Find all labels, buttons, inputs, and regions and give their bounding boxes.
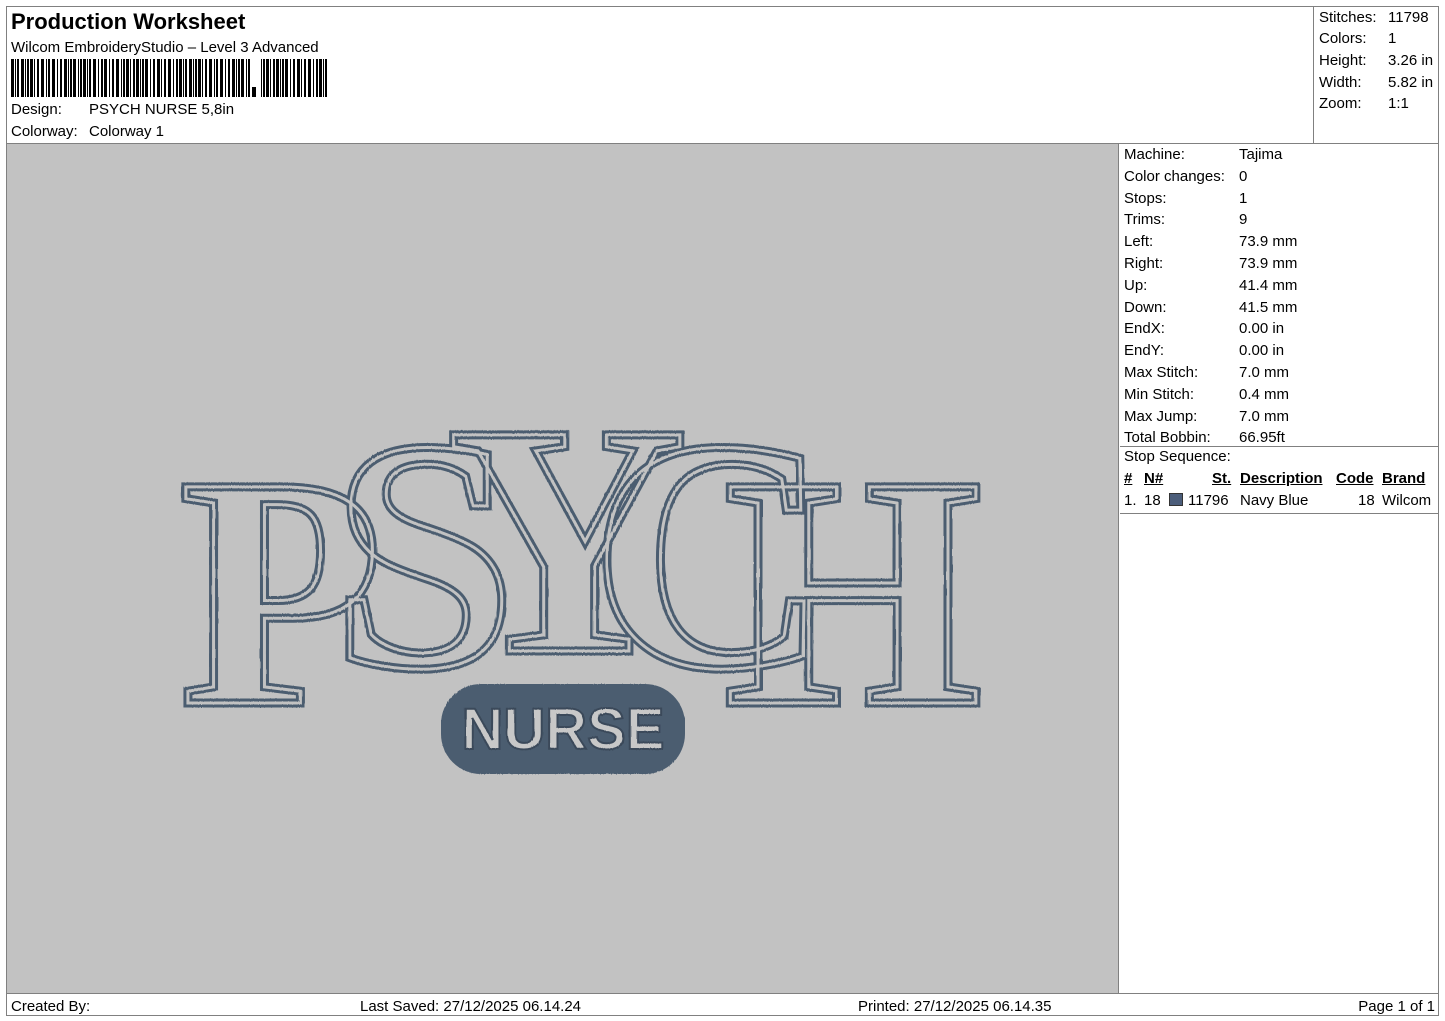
width-label: Width: bbox=[1319, 74, 1362, 91]
machine-info-label: EndX: bbox=[1124, 320, 1165, 338]
production-worksheet: Production Worksheet Wilcom EmbroiderySt… bbox=[6, 6, 1439, 1016]
machine-info-value: 0 bbox=[1239, 167, 1248, 185]
nurse-badge: NURSE bbox=[441, 684, 685, 774]
design-row: Design: PSYCH NURSE 5,8in bbox=[11, 101, 234, 118]
embroidery-design: PSYCH PSYCH NURSE bbox=[176, 354, 986, 780]
col-index: # bbox=[1124, 470, 1133, 487]
nurse-text: NURSE bbox=[461, 697, 664, 762]
row-needle: 18 bbox=[1144, 492, 1161, 509]
colors-value: 1 bbox=[1388, 30, 1397, 47]
zoom-row: Zoom: 1:1 bbox=[1319, 95, 1409, 112]
machine-info-value: 7.0 mm bbox=[1239, 364, 1290, 381]
row-description: Navy Blue bbox=[1240, 492, 1309, 509]
machine-info-value: Tajima bbox=[1239, 146, 1283, 163]
machine-info-value: 9 bbox=[1239, 211, 1248, 229]
machine-info-label: Down: bbox=[1124, 298, 1167, 316]
machine-info-label: EndY: bbox=[1124, 342, 1165, 360]
machine-info-row: Max Stitch: 7.0 mm bbox=[1124, 364, 1289, 381]
row-stitches: 11796 bbox=[1188, 492, 1229, 509]
colors-label: Colors: bbox=[1319, 30, 1367, 47]
machine-info-label: Up: bbox=[1124, 276, 1148, 294]
machine-info-label: Max Stitch: bbox=[1124, 364, 1199, 381]
width-value: 5.82 in bbox=[1388, 74, 1434, 91]
height-value: 3.26 in bbox=[1388, 52, 1434, 69]
machine-info-value: 66.95ft bbox=[1239, 429, 1285, 447]
stop-sequence-title: Stop Sequence: bbox=[1124, 448, 1231, 465]
machine-info-row: Max Jump: 7.0 mm bbox=[1124, 408, 1289, 425]
page-number: Page 1 of 1 bbox=[1358, 998, 1435, 1015]
col-stitches: St. bbox=[1212, 470, 1232, 487]
row-code: 18 bbox=[1358, 492, 1375, 509]
machine-info-label: Right: bbox=[1124, 255, 1164, 272]
machine-info-label: Stops: bbox=[1124, 189, 1167, 207]
machine-info-row: Color changes: 0 bbox=[1124, 168, 1247, 185]
software-name: Wilcom EmbroideryStudio – Level 3 Advanc… bbox=[11, 39, 319, 56]
machine-info-value: 0.00 in bbox=[1239, 342, 1285, 360]
design-preview: PSYCH PSYCH NURSE bbox=[7, 144, 1119, 993]
printed-date: Printed: 27/12/2025 06.14.35 bbox=[858, 998, 1052, 1015]
machine-info-label: Color changes: bbox=[1124, 167, 1225, 185]
machine-info-value: 41.5 mm bbox=[1239, 298, 1298, 316]
row-brand: Wilcom bbox=[1382, 492, 1432, 509]
machine-info-value: 1 bbox=[1239, 189, 1248, 207]
row-index: 1. bbox=[1124, 492, 1137, 509]
zoom-label: Zoom: bbox=[1319, 95, 1362, 112]
worksheet-header: Production Worksheet Wilcom EmbroiderySt… bbox=[7, 7, 1314, 143]
machine-info-row: EndX: 0.00 in bbox=[1124, 320, 1284, 337]
colorway-value: Colorway 1 bbox=[89, 123, 165, 140]
machine-info-value: 73.9 mm bbox=[1239, 233, 1298, 251]
design-summary: Stitches: 11798 Colors: 1 Height: 3.26 in W… bbox=[1315, 7, 1439, 143]
machine-info-label: Total Bobbin: bbox=[1124, 429, 1211, 447]
barcode bbox=[11, 59, 327, 97]
design-label: Design: bbox=[11, 101, 62, 118]
machine-info-row: Min Stitch: 0.4 mm bbox=[1124, 386, 1289, 403]
machine-info-row: Right: 73.9 mm bbox=[1124, 255, 1297, 272]
machine-info-value: 7.0 mm bbox=[1239, 407, 1290, 425]
colorway-label: Colorway: bbox=[11, 123, 78, 140]
machine-info-row: Trims: 9 bbox=[1124, 211, 1247, 228]
worksheet-title: Production Worksheet bbox=[11, 9, 246, 34]
table-bottom-divider bbox=[1120, 513, 1439, 514]
machine-info-label: Max Jump: bbox=[1124, 407, 1198, 425]
machine-info-value: 0.4 mm bbox=[1239, 385, 1290, 403]
design-value: PSYCH NURSE 5,8in bbox=[89, 101, 235, 118]
machine-info-label: Min Stitch: bbox=[1124, 385, 1195, 403]
col-brand: Brand bbox=[1382, 470, 1426, 487]
machine-info-value: 41.4 mm bbox=[1239, 276, 1298, 294]
machine-info-row: Total Bobbin: 66.95ft bbox=[1124, 429, 1285, 446]
last-saved: Last Saved: 27/12/2025 06.14.24 bbox=[360, 998, 582, 1015]
col-code: Code bbox=[1336, 470, 1374, 487]
machine-info-label: Left: bbox=[1124, 233, 1154, 251]
stitches-label: Stitches: bbox=[1319, 9, 1377, 26]
machine-info-row: Stops: 1 bbox=[1124, 190, 1247, 207]
machine-info-label: Trims: bbox=[1124, 211, 1166, 229]
color-swatch bbox=[1169, 493, 1183, 506]
height-label: Height: bbox=[1319, 52, 1367, 69]
machine-info-row: EndY: 0.00 in bbox=[1124, 342, 1284, 359]
width-row: Width: 5.82 in bbox=[1319, 74, 1433, 91]
stitches-value: 11798 bbox=[1388, 9, 1429, 26]
machine-info-row: Down: 41.5 mm bbox=[1124, 299, 1297, 316]
machine-info-value: 0.00 in bbox=[1239, 320, 1285, 338]
colors-row: Colors: 1 bbox=[1319, 30, 1396, 47]
created-by: Created By: bbox=[11, 998, 91, 1015]
col-needle: N# bbox=[1144, 470, 1164, 487]
panel-divider bbox=[1120, 446, 1439, 447]
machine-info-row: Left: 73.9 mm bbox=[1124, 233, 1297, 250]
height-row: Height: 3.26 in bbox=[1319, 52, 1433, 69]
col-description: Description bbox=[1240, 470, 1323, 487]
machine-info-label: Machine: bbox=[1124, 146, 1185, 163]
stitches-row: Stitches: 11798 bbox=[1319, 9, 1429, 26]
machine-info-row: Machine: Tajima bbox=[1124, 146, 1282, 163]
colorway-row: Colorway: Colorway 1 bbox=[11, 123, 164, 140]
machine-info-row: Up: 41.4 mm bbox=[1124, 277, 1297, 294]
worksheet-footer: Created By: Last Saved: 27/12/2025 06.14… bbox=[7, 993, 1439, 1016]
machine-info-value: 73.9 mm bbox=[1239, 255, 1298, 272]
machine-info-panel: Machine: Tajima Color changes: 0 Stops: 1 Trim… bbox=[1120, 144, 1439, 993]
zoom-value: 1:1 bbox=[1388, 95, 1409, 112]
